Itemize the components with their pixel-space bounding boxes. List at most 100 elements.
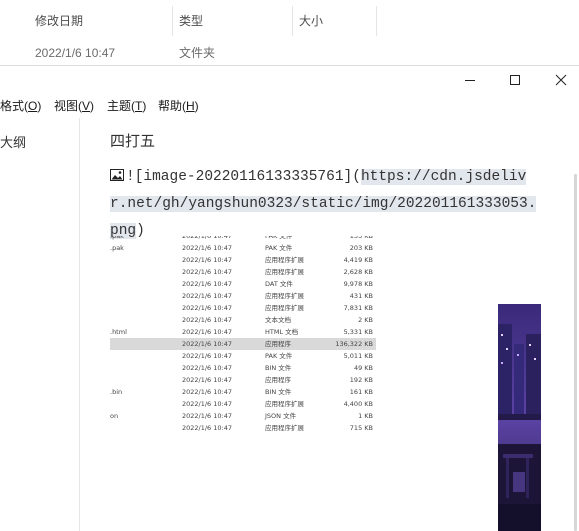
column-header-size[interactable]: 大小	[299, 0, 323, 42]
embedded-file-type: PAK 文件	[265, 352, 293, 360]
embedded-file-row: 2022/1/6 10:47 应用程序扩展 2,628 KB	[110, 266, 376, 278]
embedded-file-type: JSON 文件	[265, 412, 297, 420]
embedded-file-row: 2022/1/6 10:47 PAK 文件 5,011 KB	[110, 350, 376, 362]
embedded-file-date: 2022/1/6 10:47	[182, 292, 232, 300]
embedded-file-size: 2 KB	[358, 316, 373, 324]
embedded-file-date: 2022/1/6 10:47	[182, 352, 232, 360]
embedded-file-type: 应用程序扩展	[265, 424, 304, 432]
column-header-modified[interactable]: 修改日期	[35, 0, 83, 42]
minimize-button[interactable]	[447, 66, 493, 94]
embedded-file-date: 2022/1/6 10:47	[182, 412, 232, 420]
embedded-file-size: 136,322 KB	[335, 340, 373, 348]
editor[interactable]: 四打五 ![image-20220116133335761](https://c…	[80, 118, 571, 531]
embedded-file-date: 2022/1/6 10:47	[182, 316, 232, 324]
embedded-file-date: 2022/1/6 10:47	[182, 388, 232, 396]
embedded-file-row: .bin 2022/1/6 10:47 BIN 文件 161 KB	[110, 386, 376, 398]
embedded-file-row: 2022/1/6 10:47 应用程序扩展 7,831 KB	[110, 302, 376, 314]
minimize-icon	[465, 80, 475, 81]
embedded-file-type: PAK 文件	[265, 244, 293, 252]
row-type[interactable]: 文件夹	[179, 42, 215, 64]
sidebar: 大纲	[0, 118, 80, 531]
embedded-file-size: 9,978 KB	[343, 280, 373, 288]
menu-help[interactable]: 帮助(H)	[158, 97, 199, 115]
typora-window: 格式(O) 视图(V) 主题(T) 帮助(H) 大纲 四打五 ![image-2…	[0, 66, 579, 531]
explorer-window: 修改日期 类型 大小 2022/1/6 10:47 文件夹	[0, 0, 579, 66]
embedded-file-name: .html	[110, 328, 127, 336]
embedded-file-date: 2022/1/6 10:47	[182, 280, 232, 288]
column-divider[interactable]	[172, 6, 173, 36]
title-bar[interactable]	[0, 66, 579, 94]
embedded-file-type: BIN 文件	[265, 388, 292, 396]
embedded-file-size: 161 KB	[349, 388, 373, 396]
embedded-file-row: .html 2022/1/6 10:47 HTML 文档 5,331 KB	[110, 326, 376, 338]
embedded-file-type: 应用程序扩展	[265, 268, 304, 276]
embedded-file-size: 5,011 KB	[343, 352, 373, 360]
column-divider[interactable]	[376, 6, 377, 36]
embedded-file-name: .bin	[110, 388, 123, 396]
embedded-file-size: 1 KB	[358, 412, 373, 420]
embedded-file-type: BIN 文件	[265, 364, 292, 372]
embedded-file-date: 2022/1/6 10:47	[182, 244, 232, 252]
embedded-file-size: 7,831 KB	[343, 304, 373, 312]
outline-tab[interactable]: 大纲	[0, 132, 26, 151]
embedded-file-date: 2022/1/6 10:47	[182, 268, 232, 276]
embedded-file-name: on	[110, 412, 119, 420]
image-markdown-source[interactable]: ![image-20220116133335761](https://cdn.j…	[110, 164, 540, 245]
maximize-icon	[510, 75, 520, 85]
menu-view[interactable]: 视图(V)	[54, 97, 94, 115]
embedded-screenshot-image: .pak 2022/1/6 10:47 PAK 文件 133 KB .pak 2022/1…	[110, 236, 380, 486]
embedded-file-row: 2022/1/6 10:47 应用程序扩展 4,419 KB	[110, 254, 376, 266]
column-divider[interactable]	[292, 6, 293, 36]
embedded-file-date: 2022/1/6 10:47	[182, 424, 232, 432]
menu-format[interactable]: 格式(O)	[0, 97, 41, 115]
embedded-file-size: 2,628 KB	[343, 268, 373, 276]
embedded-file-row: 2022/1/6 10:47 应用程序 192 KB	[110, 374, 376, 386]
embedded-file-type: 应用程序扩展	[265, 292, 304, 300]
embedded-file-row: on 2022/1/6 10:47 JSON 文件 1 KB	[110, 410, 376, 422]
embedded-file-date: 2022/1/6 10:47	[182, 364, 232, 372]
image-icon	[110, 169, 124, 181]
embedded-file-row: 2022/1/6 10:47 DAT 文件 9,978 KB	[110, 278, 376, 290]
embedded-file-row: 2022/1/6 10:47 应用程序扩展 4,400 KB	[110, 398, 376, 410]
menu-theme[interactable]: 主题(T)	[107, 97, 146, 115]
markdown-image-prefix: ![image-20220116133335761](	[126, 169, 361, 185]
embedded-file-type: 应用程序	[265, 376, 291, 384]
embedded-file-row: 2022/1/6 10:47 应用程序扩展 715 KB	[110, 422, 376, 434]
embedded-file-row: .pak 2022/1/6 10:47 PAK 文件 203 KB	[110, 242, 376, 254]
embedded-file-type: 应用程序扩展	[265, 400, 304, 408]
paragraph-text[interactable]: 四打五	[110, 130, 155, 151]
maximize-button[interactable]	[492, 66, 538, 94]
embedded-file-date: 2022/1/6 10:47	[182, 340, 232, 348]
row-modified-date[interactable]: 2022/1/6 10:47	[35, 42, 115, 64]
scrollbar-thumb[interactable]	[574, 174, 577, 531]
embedded-file-row: 2022/1/6 10:47 应用程序 136,322 KB	[110, 338, 376, 350]
embedded-file-size: 5,331 KB	[343, 328, 373, 336]
close-icon	[555, 74, 567, 86]
embedded-file-size: 192 KB	[349, 376, 373, 384]
embedded-file-date: 2022/1/6 10:47	[182, 400, 232, 408]
purple-artwork-image	[498, 304, 541, 531]
embedded-file-type: 应用程序扩展	[265, 256, 304, 264]
embedded-file-type: 文本文档	[265, 316, 291, 324]
embedded-file-date: 2022/1/6 10:47	[182, 328, 232, 336]
embedded-file-type: 应用程序	[265, 340, 291, 348]
embedded-file-size: 49 KB	[353, 364, 373, 372]
embedded-file-row: 2022/1/6 10:47 应用程序扩展 431 KB	[110, 290, 376, 302]
embedded-file-date: 2022/1/6 10:47	[182, 256, 232, 264]
embedded-file-name: .pak	[110, 244, 124, 252]
menu-bar: 格式(O) 视图(V) 主题(T) 帮助(H)	[0, 94, 579, 118]
embedded-file-size: 715 KB	[349, 424, 373, 432]
embedded-file-date: 2022/1/6 10:47	[182, 376, 232, 384]
embedded-file-size: 4,419 KB	[343, 256, 373, 264]
embedded-file-size: 203 KB	[349, 244, 373, 252]
embedded-file-type: HTML 文档	[265, 328, 299, 336]
embedded-file-row: 2022/1/6 10:47 文本文档 2 KB	[110, 314, 376, 326]
embedded-file-date: 2022/1/6 10:47	[182, 304, 232, 312]
embedded-file-size: 4,400 KB	[343, 400, 373, 408]
column-header-type[interactable]: 类型	[179, 0, 203, 42]
close-button[interactable]	[538, 66, 579, 94]
embedded-file-size: 431 KB	[349, 292, 373, 300]
vertical-scrollbar[interactable]	[571, 118, 579, 531]
embedded-file-type: DAT 文件	[265, 280, 293, 288]
embedded-file-row: 2022/1/6 10:47 BIN 文件 49 KB	[110, 362, 376, 374]
